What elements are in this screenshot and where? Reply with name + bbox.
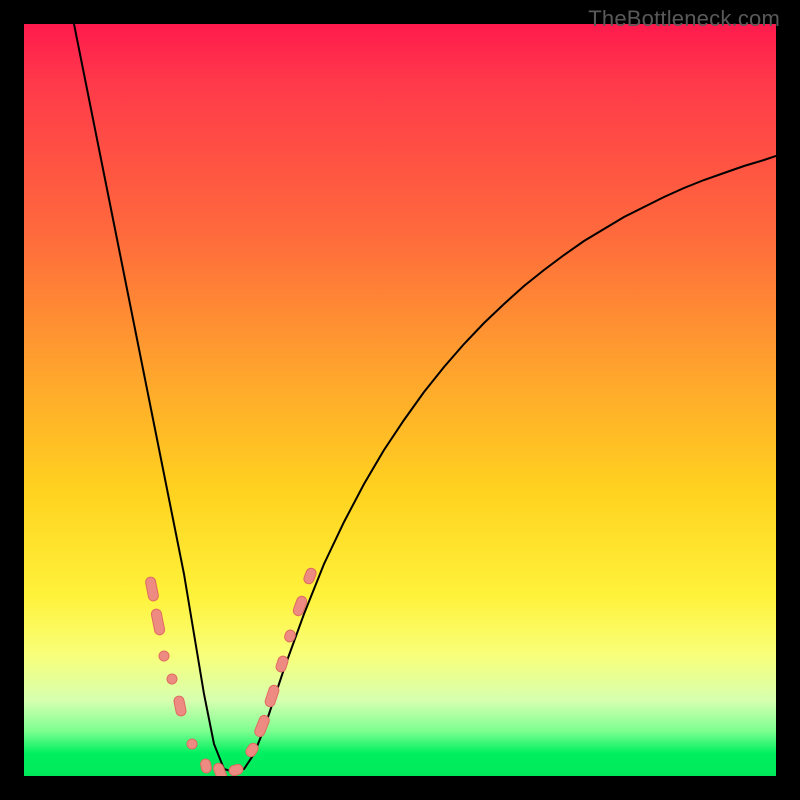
marker: [253, 714, 270, 738]
marker: [264, 684, 280, 708]
marker: [244, 741, 260, 758]
marker: [158, 650, 170, 662]
marker: [173, 695, 187, 717]
plot-area: [24, 24, 776, 776]
marker: [212, 762, 228, 776]
marker: [302, 567, 317, 586]
marker: [228, 763, 244, 776]
marker-layer: [24, 24, 776, 776]
highlighted-points: [145, 567, 318, 776]
marker: [283, 629, 296, 644]
marker: [292, 595, 308, 617]
marker: [186, 738, 198, 750]
chart-frame: TheBottleneck.com: [0, 0, 800, 800]
marker: [151, 608, 166, 635]
marker: [200, 758, 213, 774]
marker: [275, 655, 290, 673]
marker: [166, 673, 178, 685]
marker: [145, 576, 160, 601]
watermark-text: TheBottleneck.com: [588, 6, 780, 32]
